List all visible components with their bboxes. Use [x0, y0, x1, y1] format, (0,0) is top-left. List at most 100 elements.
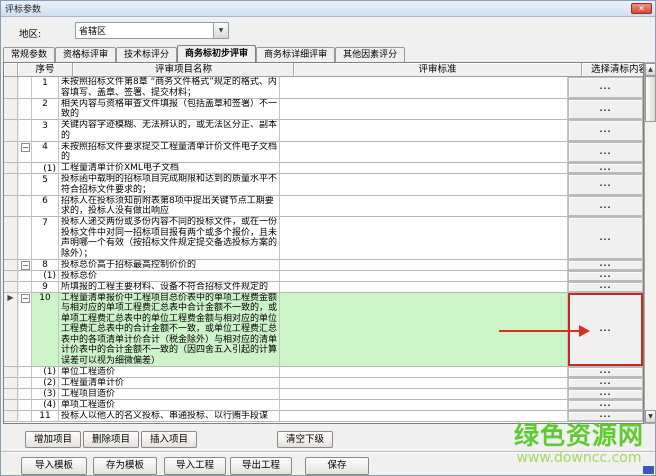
row-standard-cell[interactable] — [280, 174, 568, 196]
pick-ellipsis-button[interactable]: ... — [568, 142, 643, 163]
row-standard-cell[interactable] — [280, 99, 568, 121]
row-name-cell[interactable]: 单位工程造价 — [59, 367, 280, 378]
row-standard-cell[interactable] — [280, 271, 568, 282]
row-selector-cell[interactable] — [4, 120, 18, 142]
table-row[interactable]: (1) 工程量清单计价XML电子文档 ... — [4, 163, 643, 174]
row-name-cell[interactable]: 投标函中载明的招标项目完成期限和达到的质量水平不符合招标文件要求的； — [59, 174, 280, 196]
collapse-icon[interactable]: − — [21, 261, 30, 270]
row-name-cell[interactable]: 未按照招标文件第8章 “商务文件格式”规定的格式、内容填写、盖章、签署、提交材料… — [59, 77, 280, 99]
scroll-up-icon[interactable]: ▲ — [645, 63, 656, 76]
row-selector-cell[interactable] — [4, 163, 18, 174]
row-standard-cell[interactable] — [280, 120, 568, 142]
table-row[interactable]: 3 关键内容字迹模糊、无法辨认的，或无法区分正、副本的 ... — [4, 120, 643, 142]
row-name-cell[interactable]: 工程项目造价 — [59, 389, 280, 400]
row-standard-cell[interactable] — [280, 378, 568, 389]
row-standard-cell[interactable] — [280, 142, 568, 164]
insert-item-button[interactable]: 插入项目 — [141, 431, 197, 448]
scroll-down-icon[interactable]: ▼ — [645, 410, 656, 423]
row-selector-cell[interactable] — [4, 196, 18, 218]
row-selector-cell[interactable] — [4, 142, 18, 164]
row-standard-cell[interactable] — [280, 411, 568, 422]
collapse-icon[interactable]: − — [21, 294, 30, 303]
import-project-button[interactable]: 导入工程 — [164, 457, 226, 475]
table-row[interactable]: (3) 工程项目造价 ... — [4, 389, 643, 400]
region-select[interactable]: 省辖区 ▼ — [75, 22, 229, 39]
pick-ellipsis-button[interactable]: ... — [568, 120, 643, 141]
tab-3[interactable]: 技术标评分 — [116, 47, 177, 62]
pick-ellipsis-button[interactable]: ... — [568, 282, 643, 292]
row-selector-cell[interactable] — [4, 282, 18, 293]
row-selector-cell[interactable]: ▶ — [4, 293, 18, 367]
table-row[interactable]: (1) 单位工程造价 ... — [4, 367, 643, 378]
table-row[interactable]: − 4 未按照招标文件要求提交工程量清单计价文件电子文档的 ... — [4, 142, 643, 164]
table-row[interactable]: 6 招标人在投标须知前附表第8项中提出关键节点工期要求的，投标人没有做出响应 .… — [4, 196, 643, 218]
chevron-down-icon[interactable]: ▼ — [213, 23, 228, 38]
row-name-cell[interactable]: 关键内容字迹模糊、无法辨认的，或无法区分正、副本的 — [59, 120, 280, 142]
row-name-cell[interactable]: 未按照招标文件要求提交工程量清单计价文件电子文档的 — [59, 142, 280, 164]
row-selector-cell[interactable] — [4, 378, 18, 389]
pick-ellipsis-button[interactable]: ... — [568, 389, 643, 399]
row-standard-cell[interactable] — [280, 196, 568, 218]
tab-5[interactable]: 商务标详细评审 — [256, 47, 335, 62]
delete-item-button[interactable]: 删除项目 — [83, 431, 139, 448]
pick-ellipsis-button[interactable]: ... — [568, 378, 643, 388]
tab-6[interactable]: 其他因素评分 — [335, 47, 405, 62]
pick-ellipsis-button[interactable]: ... — [568, 217, 643, 259]
table-row[interactable]: 1 未按照招标文件第8章 “商务文件格式”规定的格式、内容填写、盖章、签署、提交… — [4, 77, 643, 99]
row-selector-cell[interactable] — [4, 77, 18, 99]
row-selector-cell[interactable] — [4, 367, 18, 378]
tab-2[interactable]: 资格标评审 — [55, 47, 116, 62]
pick-ellipsis-button[interactable]: ... — [568, 260, 643, 270]
add-item-button[interactable]: 增加项目 — [25, 431, 81, 448]
table-row[interactable]: 5 投标函中载明的招标项目完成期限和达到的质量水平不符合招标文件要求的； ... — [4, 174, 643, 196]
row-name-cell[interactable]: 工程量清单计价 — [59, 378, 280, 389]
row-name-cell[interactable]: 招标人在投标须知前附表第8项中提出关键节点工期要求的，投标人没有做出响应 — [59, 196, 280, 218]
row-selector-cell[interactable] — [4, 174, 18, 196]
row-standard-cell[interactable] — [280, 77, 568, 99]
pick-ellipsis-button[interactable]: ... — [568, 163, 643, 173]
row-selector-cell[interactable] — [4, 411, 18, 422]
row-name-cell[interactable]: 投标总价高于招标最高控制价价的 — [59, 260, 280, 271]
table-row[interactable]: 7 投标人递交两份或多份内容不同的投标文件，或在一份投标文件中对同一招标项目报有… — [4, 217, 643, 260]
row-standard-cell[interactable] — [280, 400, 568, 411]
row-name-cell[interactable]: 投标人递交两份或多份内容不同的投标文件，或在一份投标文件中对同一招标项目报有两个… — [59, 217, 280, 260]
pick-ellipsis-button[interactable]: ... — [568, 271, 643, 281]
import-template-button[interactable]: 导入模板 — [21, 457, 87, 475]
table-row[interactable]: (1) 投标总价 ... — [4, 271, 643, 282]
row-selector-cell[interactable] — [4, 389, 18, 400]
row-standard-cell[interactable] — [280, 163, 568, 174]
pick-ellipsis-button[interactable]: ... — [568, 174, 643, 195]
tab-4[interactable]: 商务标初步评审 — [177, 45, 256, 62]
pick-ellipsis-button[interactable]: ... — [568, 411, 643, 421]
pick-ellipsis-button[interactable]: ... — [568, 77, 643, 98]
table-row[interactable]: (4) 单项工程造价 ... — [4, 400, 643, 411]
row-standard-cell[interactable] — [280, 389, 568, 400]
table-row[interactable]: 2 相关内容与资格审查文件填报（包括盖章和签署）不一致的 ... — [4, 99, 643, 121]
collapse-icon[interactable]: − — [21, 143, 30, 152]
table-row[interactable]: 9 所填报的工程主要材料、设备不符合招标文件规定的 ... — [4, 282, 643, 293]
close-icon[interactable]: ✕ — [631, 3, 652, 14]
row-selector-cell[interactable] — [4, 217, 18, 260]
scrollbar-thumb[interactable] — [645, 76, 656, 122]
row-standard-cell[interactable] — [280, 217, 568, 260]
row-name-cell[interactable]: 相关内容与资格审查文件填报（包括盖章和签署）不一致的 — [59, 99, 280, 121]
pick-ellipsis-button[interactable]: ... — [568, 99, 643, 120]
row-name-cell[interactable]: 投标总价 — [59, 271, 280, 282]
export-project-button[interactable]: 导出工程 — [230, 457, 292, 475]
row-standard-cell[interactable] — [280, 260, 568, 271]
pick-ellipsis-button[interactable]: ... — [568, 367, 643, 377]
row-name-cell[interactable]: 投标人以他人的名义投标、串通投标、以行贿手段谋 — [59, 411, 280, 422]
row-standard-cell[interactable] — [280, 367, 568, 378]
tab-1[interactable]: 常规参数 — [3, 47, 55, 62]
row-selector-cell[interactable] — [4, 260, 18, 271]
save-template-button[interactable]: 存为模板 — [93, 457, 157, 475]
table-row[interactable]: (2) 工程量清单计价 ... — [4, 378, 643, 389]
pick-ellipsis-button[interactable]: ... — [568, 196, 643, 217]
clear-children-button[interactable]: 清空下级 — [277, 431, 333, 448]
table-row[interactable]: 11 投标人以他人的名义投标、串通投标、以行贿手段谋 ... — [4, 411, 643, 422]
row-selector-cell[interactable] — [4, 400, 18, 411]
pick-ellipsis-button[interactable]: ... — [568, 400, 643, 410]
save-button[interactable]: 保存 — [305, 457, 369, 475]
vertical-scrollbar[interactable]: ▲ ▼ — [644, 62, 656, 424]
row-selector-cell[interactable] — [4, 99, 18, 121]
